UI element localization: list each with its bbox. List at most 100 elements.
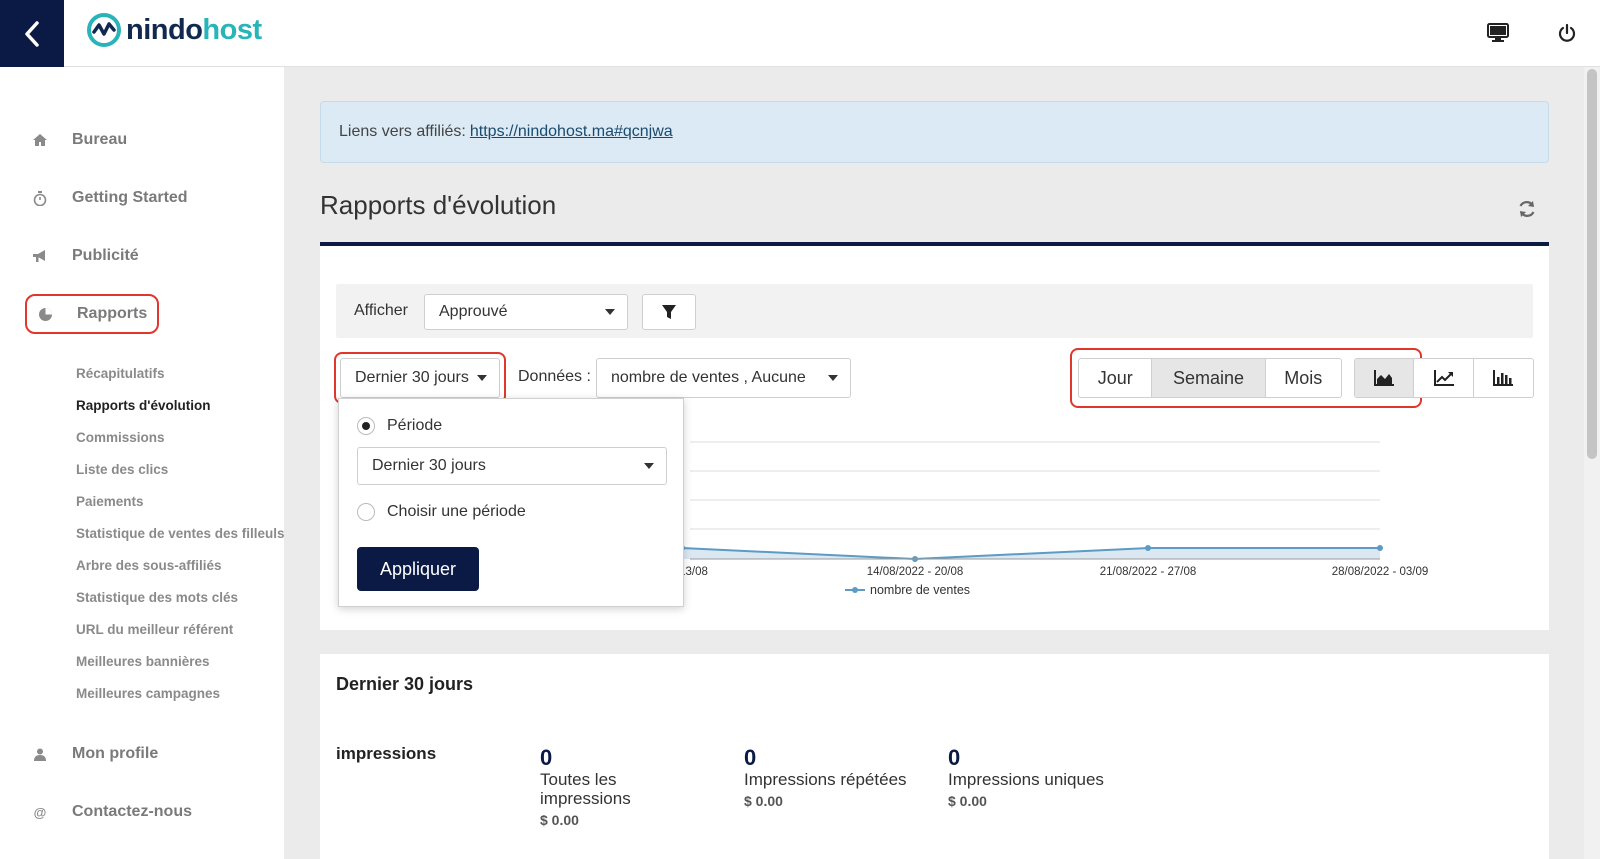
sidebar-item-publicite[interactable]: Publicité [30,238,139,274]
at-icon: @ [33,804,47,820]
subnav-rapports-evolution[interactable]: Rapports d'évolution [76,398,210,413]
chevron-down-icon [605,309,615,315]
stat-label: Toutes les impressions [540,770,631,808]
power-icon[interactable] [1552,18,1582,48]
logo-mark-icon [87,13,121,47]
stat-amount: $ 0.00 [744,793,783,809]
chart-type-toggle [1354,358,1534,398]
status-select-value: Approuvé [439,303,508,320]
subnav-meilleures-campagnes[interactable]: Meilleures campagnes [76,686,220,701]
period-preset-select[interactable]: Dernier 30 jours [357,447,667,485]
period-dropdown: Période Dernier 30 jours Choisir une pér… [338,398,684,607]
stat-amount: $ 0.00 [948,793,987,809]
filter-button[interactable] [642,294,696,330]
subnav-statistique-ventes-filleuls[interactable]: Statistique de ventes des filleuls [76,526,284,541]
chart-area [682,548,1380,559]
sidebar: Bureau Getting Started Publicité Rapport… [0,67,284,859]
bar-chart-button[interactable] [1474,359,1533,397]
funnel-icon [662,305,676,319]
back-button[interactable] [0,0,64,67]
radio-unchecked-icon [357,503,375,521]
subnav-meilleures-bannieres[interactable]: Meilleures bannières [76,654,210,669]
sidebar-item-label: Rapports [77,305,148,322]
chevron-down-icon [477,375,487,381]
chevron-down-icon [644,463,654,469]
logo[interactable]: nindohost [86,10,262,50]
stat-impressions-uniques: 0 Impressions uniques $ 0.00 [948,745,1148,810]
granularity-week-button[interactable]: Semaine [1152,359,1266,397]
line-chart-button[interactable] [1414,359,1474,397]
donnees-label: Données : [518,368,591,385]
subnav-recapitulatifs[interactable]: Récapitulatifs [76,366,165,381]
chart-tick-label: 21/08/2022 - 27/08 [1100,566,1197,578]
sidebar-item-label: Contactez-nous [72,803,192,820]
sidebar-item-contactez-nous[interactable]: @ Contactez-nous [30,794,192,830]
stat-value: 0 [948,745,961,770]
subnav-paiements[interactable]: Paiements [76,494,144,509]
radio-checked-icon [357,417,375,435]
subnav-url-meilleur-referent[interactable]: URL du meilleur référent [76,622,233,637]
sidebar-item-rapports[interactable]: Rapports [25,294,160,334]
chart-legend-label: nombre de ventes [870,583,970,597]
refresh-icon[interactable] [1516,198,1540,222]
chevron-down-icon [828,375,838,381]
top-bar: nindohost [0,0,1600,67]
stat-amount: $ 0.00 [540,812,579,828]
chart-point [1145,545,1151,551]
sidebar-item-label: Getting Started [72,189,188,206]
status-select[interactable]: Approuvé [424,294,628,330]
chart-point [1377,545,1383,551]
sidebar-item-getting-started[interactable]: Getting Started [30,180,188,216]
stat-label: Impressions uniques [948,770,1104,789]
period-select[interactable]: Dernier 30 jours [340,358,500,398]
stat-label: Impressions répétées [744,770,907,789]
user-icon [30,748,50,761]
area-chart-button[interactable] [1355,359,1415,397]
chart-series-line [681,547,1380,561]
scrollbar-thumb[interactable] [1587,69,1597,459]
donnees-select-value: nombre de ventes , Aucune [611,369,806,386]
subnav-arbre-sous-affilies[interactable]: Arbre des sous-affiliés [76,558,222,573]
stats-row-label: impressions [336,744,437,763]
radio-choisir-periode[interactable]: Choisir une période [357,503,526,521]
affiliate-link-alert: Liens vers affiliés: https://nindohost.m… [320,101,1549,163]
line-chart-icon [1433,370,1454,386]
granularity-toggle: Jour Semaine Mois [1078,358,1342,398]
sidebar-item-label: Bureau [72,131,128,148]
bullhorn-icon [30,249,50,263]
chart-tick-label: 14/08/2022 - 20/08 [867,566,964,578]
stopwatch-icon [30,190,50,206]
bar-chart-icon [1493,370,1514,386]
chart-point [912,556,918,562]
logo-text: nindohost [126,13,262,46]
granularity-day-button[interactable]: Jour [1079,359,1153,397]
stat-toutes-impressions: 0 Toutes les impressions $ 0.00 [540,745,740,829]
donnees-select[interactable]: nombre de ventes , Aucune [596,358,851,398]
page-title: Rapports d'évolution [320,190,557,220]
filter-bar: Afficher Approuvé [336,284,1533,338]
sidebar-item-mon-profile[interactable]: Mon profile [30,736,158,772]
sidebar-item-label: Publicité [72,247,139,264]
sidebar-item-label: Mon profile [72,745,159,762]
sidebar-item-bureau[interactable]: Bureau [30,122,127,158]
pie-chart-icon [35,307,55,322]
chevron-left-icon [25,20,39,47]
alert-text: Liens vers affiliés: [339,123,466,140]
radio-periode[interactable]: Période [357,417,442,435]
radio-choisir-label: Choisir une période [387,503,526,520]
subnav-statistique-mots-cles[interactable]: Statistique des mots clés [76,590,238,605]
afficher-label: Afficher [354,302,408,319]
subnav-commissions[interactable]: Commissions [76,430,165,445]
desktop-icon[interactable] [1483,18,1513,48]
page-scrollbar[interactable] [1584,67,1600,859]
affiliate-link[interactable]: https://nindohost.ma#qcnjwa [470,123,673,141]
subnav-liste-clics[interactable]: Liste des clics [76,462,168,477]
period-preset-value: Dernier 30 jours [372,457,486,474]
granularity-month-button[interactable]: Mois [1266,359,1341,397]
stat-impressions-repetees: 0 Impressions répétées $ 0.00 [744,746,944,810]
area-chart-icon [1374,370,1395,386]
home-icon [30,134,50,146]
chart-tick-label: 28/08/2022 - 03/09 [1332,566,1429,578]
apply-button[interactable]: Appliquer [357,547,479,591]
stat-value: 0 [540,745,553,770]
